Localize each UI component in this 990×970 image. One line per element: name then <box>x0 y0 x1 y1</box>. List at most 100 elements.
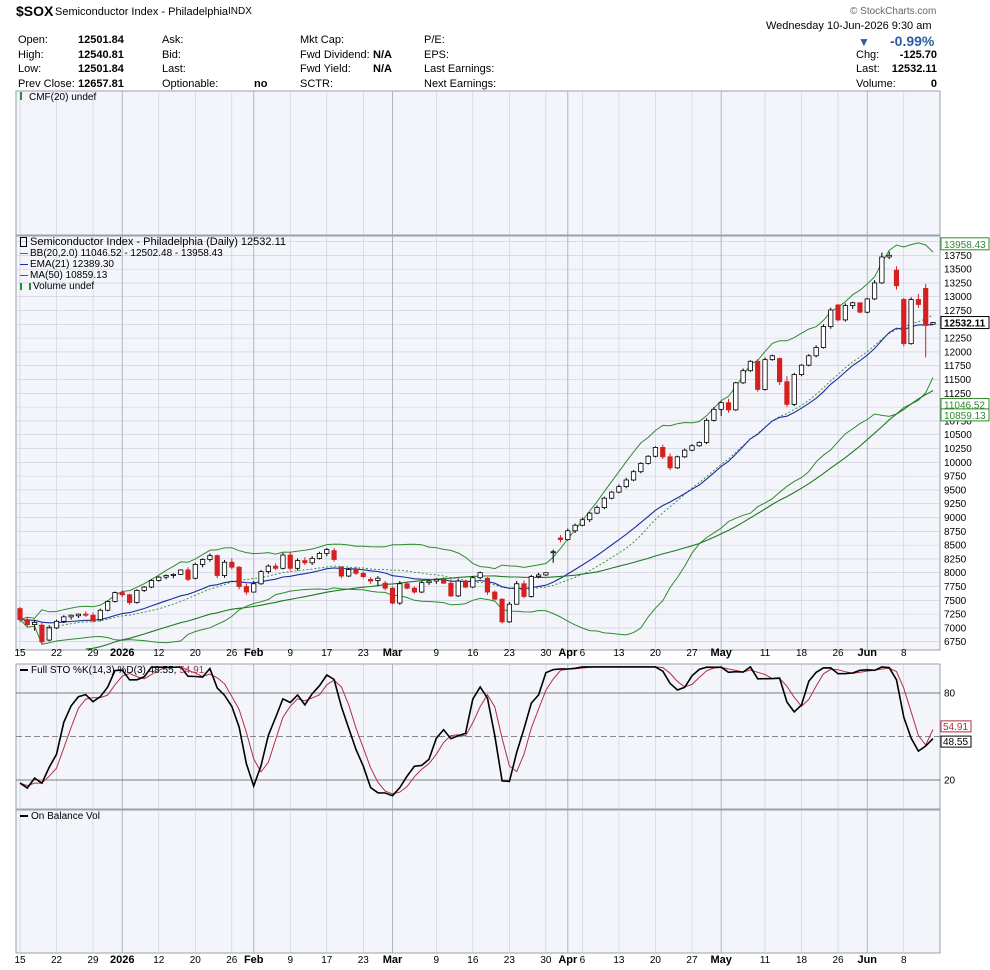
sto-label: Full STO %K(14,3) %D(3) <box>31 665 146 676</box>
candle-body <box>630 471 637 481</box>
x-axis-label: 27 <box>686 648 698 659</box>
exchange-label: INDX <box>228 6 252 17</box>
candle-body <box>660 447 666 458</box>
candle-body <box>740 370 746 384</box>
candle-body <box>543 572 549 576</box>
quote-value: N/A <box>373 63 392 75</box>
price-axis-label: 12250 <box>944 334 972 345</box>
candle-body <box>294 560 301 569</box>
quote-label: Prev Close: <box>18 77 75 90</box>
quote-value: 12540.81 <box>78 48 124 61</box>
candle-body <box>32 622 38 626</box>
candle-body <box>265 565 271 573</box>
candle-body <box>141 586 147 591</box>
x-axis-label: 6 <box>580 955 586 966</box>
price-axis-label: 7250 <box>944 610 967 621</box>
ticker-symbol: $SOX <box>16 3 54 19</box>
candle-body <box>426 580 432 584</box>
x-axis-label: 11 <box>760 955 771 966</box>
candle-body <box>46 627 52 641</box>
candle-body <box>835 304 841 321</box>
candle-body <box>514 583 520 605</box>
candle-body <box>105 601 111 611</box>
quote-label: Optionable: <box>162 77 219 90</box>
candle-body <box>448 582 454 597</box>
candle-body <box>368 578 374 582</box>
volume-legend-row: Volume undef <box>20 281 286 292</box>
quote-label: Fwd Yield: <box>300 63 351 75</box>
price-axis-label: 10250 <box>944 444 972 455</box>
x-axis-label: 17 <box>321 955 333 966</box>
price-axis-label: 8250 <box>944 554 967 565</box>
candle-body <box>156 576 162 581</box>
candle-body <box>499 598 505 623</box>
candle-body <box>134 589 140 603</box>
x-axis-label: 15 <box>14 648 26 659</box>
candle-body <box>791 374 797 405</box>
x-axis-label: 26 <box>832 648 844 659</box>
candle-body <box>360 572 366 577</box>
candle-body <box>696 442 702 447</box>
candle-body <box>61 616 67 622</box>
candle-body <box>112 592 118 602</box>
candle-body <box>674 456 680 469</box>
candle-body <box>375 577 381 581</box>
candle-body <box>273 565 279 569</box>
candle-body <box>623 479 629 488</box>
x-axis-label: 12 <box>153 648 165 659</box>
candle-body <box>433 578 439 582</box>
price-axis-label: 10500 <box>944 430 972 441</box>
candle-body <box>645 455 651 464</box>
price-axis-label: 13750 <box>944 251 972 262</box>
price-axis-label: 7500 <box>944 596 967 607</box>
candle-body <box>477 572 483 579</box>
candle-body <box>148 580 155 588</box>
candle-body <box>565 530 571 541</box>
x-axis-label: 26 <box>226 648 238 659</box>
price-legend-title-row: Semiconductor Index - Philadelphia (Dail… <box>20 237 286 248</box>
candle-body <box>572 524 578 532</box>
candle-body <box>886 254 892 258</box>
candle-body <box>470 577 476 588</box>
x-axis-label: May <box>710 954 732 966</box>
x-axis-label: 18 <box>796 648 808 659</box>
candle-body <box>930 322 936 325</box>
candle-body <box>17 608 23 621</box>
quote-label: Next Earnings: <box>424 77 497 90</box>
candle-body <box>667 456 673 469</box>
candle-body <box>185 569 191 580</box>
x-axis-label: 16 <box>467 648 479 659</box>
candle-body <box>784 381 790 405</box>
candle-body <box>521 583 527 597</box>
x-axis-label: 8 <box>901 648 907 659</box>
cmf-swatch-icon <box>20 92 29 100</box>
candle-body <box>221 561 228 576</box>
price-axis-label: 8750 <box>944 527 967 538</box>
candle-body <box>587 512 593 521</box>
quote-value: 12532.11 <box>891 63 937 75</box>
sto-axis-label: 80 <box>944 689 956 700</box>
candle-body <box>382 582 388 589</box>
candle-body <box>126 594 133 603</box>
x-axis-label: 20 <box>190 955 202 966</box>
candle-body <box>857 302 863 313</box>
candle-body <box>682 449 688 458</box>
candle-icon <box>20 237 27 248</box>
sto-legend: Full STO %K(14,3) %D(3) 48.55, 54.91 <box>20 665 204 676</box>
candle-body <box>616 486 622 493</box>
candle-body <box>652 447 659 457</box>
ma-legend: MA(50) 10859.13 <box>30 270 108 281</box>
x-axis-label: 2026 <box>110 954 134 966</box>
x-axis-label: 2026 <box>110 647 134 659</box>
stock-chart: 1375013500132501300012750122501200011750… <box>0 0 990 970</box>
bb-legend-row: BB(20,2.0) 11046.52 - 12502.48 - 13958.4… <box>20 248 286 259</box>
quote-label: Ask: <box>162 34 184 46</box>
candle-body <box>550 551 556 554</box>
x-axis-label: 6 <box>580 648 586 659</box>
x-axis-label: 9 <box>287 648 293 659</box>
x-axis-label: 18 <box>796 955 808 966</box>
candle-body <box>594 507 600 514</box>
candle-body <box>324 549 330 554</box>
bb-line-icon <box>20 252 28 254</box>
quote-value: 12501.84 <box>78 63 124 75</box>
